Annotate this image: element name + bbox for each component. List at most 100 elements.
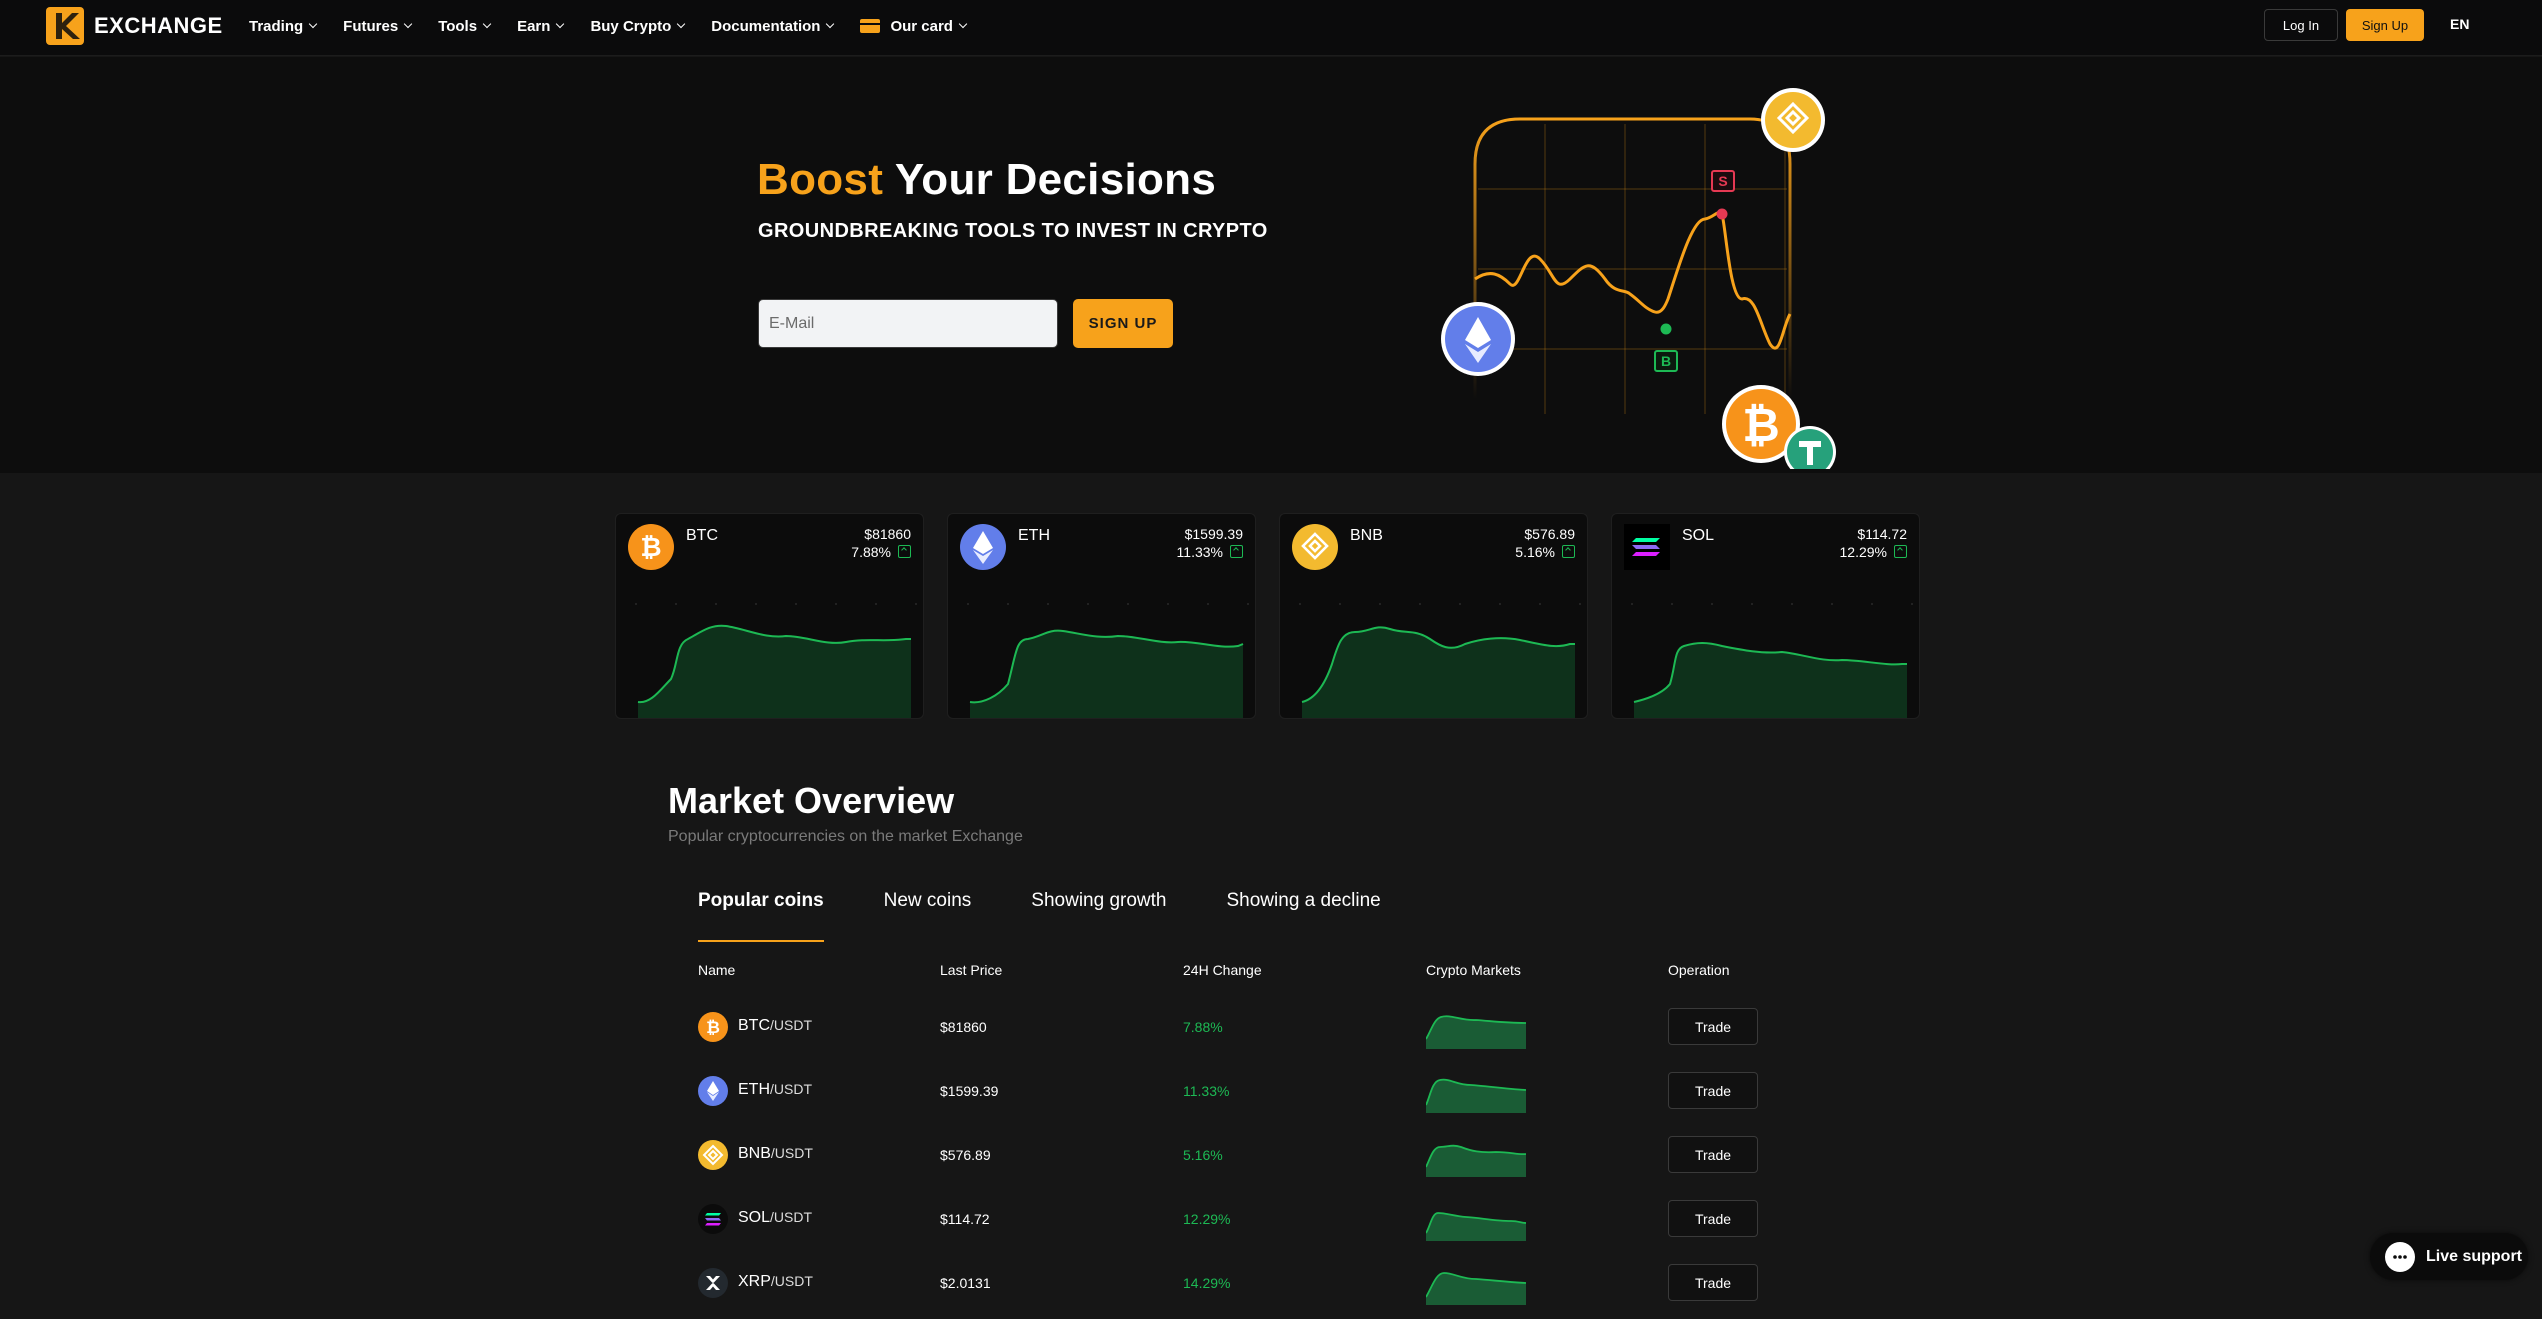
brand-name: EXCHANGE xyxy=(94,13,223,38)
change-24h: 7.88% xyxy=(1183,1019,1223,1035)
table-row: BNB/USDT $576.89 5.16% Trade xyxy=(698,1127,1818,1191)
login-button[interactable]: Log In xyxy=(2264,9,2338,41)
tab-showing-growth[interactable]: Showing growth xyxy=(1031,890,1166,934)
svg-text:₿: ₿ xyxy=(1742,398,1780,452)
market-tabs: Popular coins New coins Showing growth S… xyxy=(698,890,1441,942)
ethereum-icon xyxy=(698,1076,728,1106)
pair-quote: /USDT xyxy=(770,1145,813,1161)
bnb-icon xyxy=(698,1140,728,1170)
change-24h: 5.16% xyxy=(1183,1147,1223,1163)
trade-button[interactable]: Trade xyxy=(1668,1264,1758,1301)
nav-label: Buy Crypto xyxy=(590,17,672,35)
hero-title-accent: Boost xyxy=(757,155,884,204)
hero-title-rest: Your Decisions xyxy=(883,155,1217,204)
market-overview-subtitle: Popular cryptocurrencies on the market E… xyxy=(668,828,1023,845)
market-sparkline xyxy=(1426,1144,1526,1177)
bnb-coin-illustration xyxy=(1761,88,1825,152)
column-header-24h-change: 24H Change xyxy=(1183,962,1262,978)
solana-icon xyxy=(1624,524,1670,570)
nav-label: Futures xyxy=(343,17,399,35)
table-row: XRP/USDT $2.0131 14.29% Trade xyxy=(698,1255,1818,1319)
market-overview-title: Market Overview xyxy=(668,780,955,821)
exchange-logo-icon xyxy=(46,7,84,45)
pair-name: BNB/USDT xyxy=(738,1145,813,1163)
nav-item-our-card[interactable]: Our card xyxy=(860,17,968,35)
svg-text:₿: ₿ xyxy=(640,533,661,563)
market-sparkline xyxy=(1426,1212,1526,1241)
table-row: ETH/USDT $1599.39 11.33% Trade xyxy=(698,1063,1818,1127)
ticker-card-eth[interactable]: ETH $1599.39 11.33% xyxy=(947,513,1256,719)
nav-item-buy-crypto[interactable]: Buy Crypto xyxy=(590,17,686,35)
pair-quote: /USDT xyxy=(770,1209,813,1225)
table-row: SOL/USDT $114.72 12.29% Trade xyxy=(698,1191,1818,1255)
nav-item-tools[interactable]: Tools xyxy=(438,18,492,35)
nav-item-documentation[interactable]: Documentation xyxy=(711,18,835,35)
hero-subtitle: GROUNDBREAKING TOOLS TO INVEST IN CRYPTO xyxy=(758,220,1268,242)
tab-showing-decline[interactable]: Showing a decline xyxy=(1227,890,1381,934)
brand-logo[interactable]: EXCHANGE xyxy=(46,6,223,46)
xrp-icon xyxy=(698,1268,728,1298)
nav-item-trading[interactable]: Trading xyxy=(249,18,318,35)
last-price: $81860 xyxy=(940,1019,987,1035)
market-sparkline xyxy=(1426,1078,1526,1113)
svg-text:₿: ₿ xyxy=(706,1018,720,1038)
hero-signup-button[interactable]: SIGN UP xyxy=(1073,299,1173,348)
card-symbol: ETH xyxy=(1018,527,1050,544)
nav-label: Our card xyxy=(890,17,953,35)
market-sparkline xyxy=(1426,1015,1526,1049)
trade-button[interactable]: Trade xyxy=(1668,1072,1758,1109)
card-change: 12.29% xyxy=(1839,544,1887,560)
card-price: $576.89 xyxy=(1524,526,1575,542)
card-symbol: BTC xyxy=(686,527,718,544)
bitcoin-icon: ₿ xyxy=(698,1012,728,1042)
card-change: 11.33% xyxy=(1176,544,1223,560)
trade-button[interactable]: Trade xyxy=(1668,1200,1758,1237)
top-navbar: EXCHANGE Trading Futures Tools Earn Buy … xyxy=(0,0,2542,56)
up-arrow-icon xyxy=(898,545,911,558)
pair-base: BNB xyxy=(738,1145,771,1162)
nav-item-futures[interactable]: Futures xyxy=(343,17,413,35)
column-header-name: Name xyxy=(698,962,736,978)
ticker-card-bnb[interactable]: BNB $576.89 5.16% xyxy=(1279,513,1588,719)
live-support-label: Live support xyxy=(2426,1247,2523,1265)
nav-item-earn[interactable]: Earn xyxy=(517,18,565,35)
ticker-card-btc[interactable]: ₿ BTC $81860 7.88% xyxy=(615,513,924,719)
card-change: 5.16% xyxy=(1515,544,1555,560)
chevron-down-icon xyxy=(482,19,492,29)
card-price: $81860 xyxy=(864,526,911,542)
ethereum-coin-illustration xyxy=(1441,302,1515,376)
pair-quote: /USDT xyxy=(770,1017,812,1033)
tab-popular-coins[interactable]: Popular coins xyxy=(698,890,824,942)
hero-trading-illustration: S B ₿ xyxy=(1441,88,1836,469)
up-arrow-icon xyxy=(1562,545,1575,558)
hero-section: Boost Your Decisions GROUNDBREAKING TOOL… xyxy=(0,57,2542,473)
email-input[interactable] xyxy=(758,299,1058,348)
card-sparkline xyxy=(967,603,1249,718)
column-header-last-price: Last Price xyxy=(940,962,1003,978)
up-arrow-icon xyxy=(1230,545,1243,558)
trade-button[interactable]: Trade xyxy=(1668,1008,1758,1045)
pair-quote: /USDT xyxy=(770,1081,812,1097)
live-support-button[interactable]: Live support xyxy=(2370,1233,2528,1280)
hero-title: Boost Your Decisions xyxy=(757,155,1216,205)
pair-name: BTC/USDT xyxy=(738,1017,812,1035)
card-sparkline xyxy=(635,603,917,718)
ticker-card-sol[interactable]: SOL $114.72 12.29% xyxy=(1611,513,1920,719)
trade-button[interactable]: Trade xyxy=(1668,1136,1758,1173)
last-price: $114.72 xyxy=(940,1211,990,1227)
ethereum-icon xyxy=(960,524,1006,570)
pair-base: BTC xyxy=(738,1017,770,1034)
pair-name: XRP/USDT xyxy=(738,1273,813,1291)
chevron-down-icon xyxy=(677,19,686,29)
change-24h: 11.33% xyxy=(1183,1083,1230,1099)
pair-base: ETH xyxy=(738,1081,770,1098)
main-menu: Trading Futures Tools Earn Buy Crypto Do… xyxy=(249,0,993,52)
pair-quote: /USDT xyxy=(770,1273,813,1289)
tab-new-coins[interactable]: New coins xyxy=(884,890,972,934)
buy-marker-label: B xyxy=(1661,353,1671,369)
bnb-icon xyxy=(1292,524,1338,570)
pair-name: SOL/USDT xyxy=(738,1209,812,1227)
bitcoin-icon: ₿ xyxy=(628,524,674,570)
signup-button[interactable]: Sign Up xyxy=(2346,9,2424,41)
language-selector[interactable]: EN xyxy=(2450,16,2469,32)
